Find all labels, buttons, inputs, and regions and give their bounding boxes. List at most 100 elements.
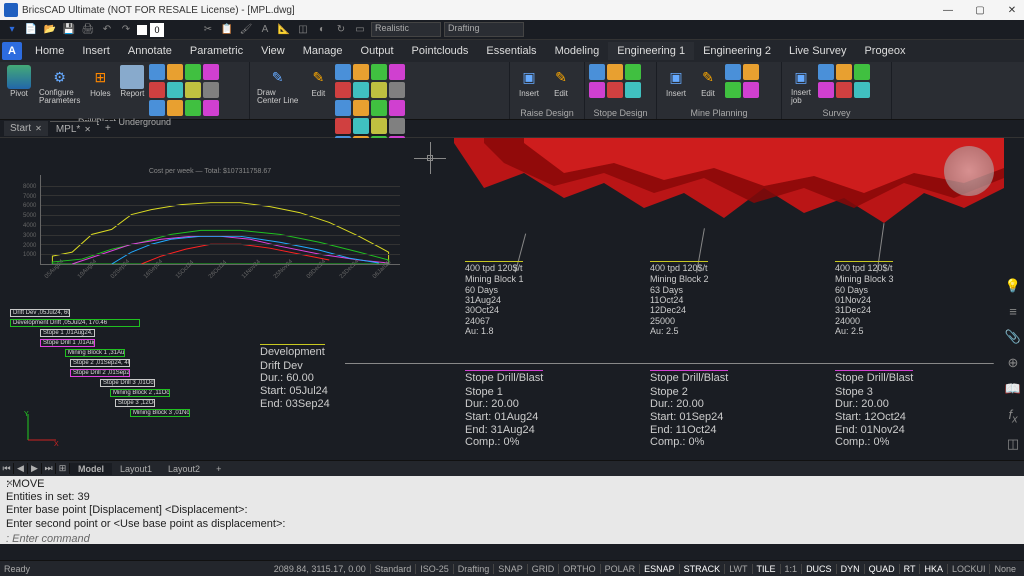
ribbon-tool-icon[interactable] bbox=[371, 118, 387, 134]
status-toggle-lockui[interactable]: LOCKUI bbox=[947, 564, 990, 574]
configure-params-button[interactable]: ⚙Configure Parameters bbox=[36, 64, 83, 106]
status-toggle-hka[interactable]: HKA bbox=[919, 564, 947, 574]
mine-insert-button[interactable]: ▣Insert bbox=[661, 64, 691, 99]
tool-icon[interactable]: ✂ bbox=[200, 22, 216, 38]
report-button[interactable]: Report bbox=[117, 64, 147, 99]
open-icon[interactable]: 📂 bbox=[42, 22, 58, 38]
tab-mpl[interactable]: MPL*✕ bbox=[50, 121, 97, 137]
ribbon-tool-icon[interactable] bbox=[389, 64, 405, 80]
ribbon-tool-icon[interactable] bbox=[607, 82, 623, 98]
maximize-button[interactable]: ▢ bbox=[972, 5, 988, 16]
ribbon-tool-icon[interactable] bbox=[335, 82, 351, 98]
menu-progeox[interactable]: Progeox bbox=[855, 42, 914, 60]
ribbon-tool-icon[interactable] bbox=[371, 82, 387, 98]
book-icon[interactable]: 📖 bbox=[1004, 381, 1022, 397]
raise-edit-button[interactable]: ✎Edit bbox=[546, 64, 576, 99]
ribbon-tool-icon[interactable] bbox=[335, 100, 351, 116]
status-toggle-strack[interactable]: STRACK bbox=[679, 564, 725, 574]
app-menu-button[interactable]: A bbox=[2, 42, 22, 60]
print-icon[interactable]: 🖨 bbox=[80, 22, 96, 38]
status-toggle-polar[interactable]: POLAR bbox=[600, 564, 640, 574]
menu-insert[interactable]: Insert bbox=[73, 42, 119, 60]
draw-centerline-button[interactable]: ✎Draw Center Line bbox=[254, 64, 301, 106]
command-prompt[interactable]: : Enter command bbox=[6, 533, 1018, 545]
ribbon-tool-icon[interactable] bbox=[836, 82, 852, 98]
menu-home[interactable]: Home bbox=[26, 42, 73, 60]
match-prop-icon[interactable]: 🖌 bbox=[238, 22, 254, 38]
cmdline-close-icon[interactable]: ✕ bbox=[6, 478, 14, 489]
status-toggle-rt[interactable]: RT bbox=[899, 564, 920, 574]
ribbon-tool-icon[interactable] bbox=[203, 64, 219, 80]
ribbon-tool-icon[interactable] bbox=[854, 64, 870, 80]
tab-layout1[interactable]: Layout1 bbox=[112, 463, 160, 475]
prev-layout-button[interactable]: ◀ bbox=[14, 463, 28, 474]
ribbon-tool-icon[interactable] bbox=[589, 64, 605, 80]
first-layout-button[interactable]: ⏮ bbox=[0, 463, 14, 474]
status-toggle-1:1[interactable]: 1:1 bbox=[780, 564, 802, 574]
visual-style-dropdown[interactable]: Realistic bbox=[371, 22, 441, 37]
command-line[interactable]: ✕ : MOVEEntities in set: 39Enter base po… bbox=[0, 476, 1024, 544]
layout-grid-icon[interactable]: ⊞ bbox=[56, 463, 70, 474]
ribbon-tool-icon[interactable] bbox=[185, 82, 201, 98]
ribbon-tool-icon[interactable] bbox=[607, 64, 623, 80]
ribbon-tool-icon[interactable] bbox=[389, 82, 405, 98]
menu-modeling[interactable]: Modeling bbox=[546, 42, 609, 60]
status-toggle-lwt[interactable]: LWT bbox=[724, 564, 751, 574]
ribbon-tool-icon[interactable] bbox=[818, 82, 834, 98]
ribbon-tool-icon[interactable] bbox=[167, 82, 183, 98]
ribbon-tool-icon[interactable] bbox=[203, 82, 219, 98]
undo-icon[interactable]: ↶ bbox=[99, 22, 115, 38]
add-layout-button[interactable]: + bbox=[208, 463, 229, 475]
status-toggle-none[interactable]: None bbox=[989, 564, 1020, 574]
menu-icon[interactable]: ▾ bbox=[4, 22, 20, 38]
paste-icon[interactable]: 📋 bbox=[219, 22, 235, 38]
ribbon-tool-icon[interactable] bbox=[167, 64, 183, 80]
status-item[interactable]: Standard bbox=[370, 564, 416, 574]
ribbon-tool-icon[interactable] bbox=[203, 100, 219, 116]
menu-manage[interactable]: Manage bbox=[294, 42, 352, 60]
tab-model[interactable]: Model bbox=[70, 463, 112, 475]
db-icon[interactable]: ◫ bbox=[1004, 436, 1022, 452]
menu-parametric[interactable]: Parametric bbox=[181, 42, 252, 60]
menu-view[interactable]: View bbox=[252, 42, 294, 60]
pivot-button[interactable]: Pivot bbox=[4, 64, 34, 99]
ribbon-tool-icon[interactable] bbox=[353, 64, 369, 80]
layer-number[interactable]: 0 bbox=[150, 23, 164, 37]
drift-edit-button[interactable]: ✎Edit bbox=[303, 64, 333, 99]
status-item[interactable]: ISO-25 bbox=[415, 564, 453, 574]
status-toggle-esnap[interactable]: ESNAP bbox=[639, 564, 679, 574]
status-toggle-tile[interactable]: TILE bbox=[752, 564, 780, 574]
measure-icon[interactable]: 📐 bbox=[276, 22, 292, 38]
ribbon-tool-icon[interactable] bbox=[725, 82, 741, 98]
save-icon[interactable]: 💾 bbox=[61, 22, 77, 38]
raise-insert-button[interactable]: ▣Insert bbox=[514, 64, 544, 99]
cube-icon[interactable]: ◫ bbox=[295, 22, 311, 38]
status-item[interactable]: Drafting bbox=[453, 564, 494, 574]
close-button[interactable]: ✕ bbox=[1004, 5, 1020, 16]
ribbon-tool-icon[interactable] bbox=[353, 118, 369, 134]
ribbon-tool-icon[interactable] bbox=[389, 118, 405, 134]
ribbon-tool-icon[interactable] bbox=[353, 82, 369, 98]
survey-insert-button[interactable]: ▣Insert job bbox=[786, 64, 816, 106]
menu-annotate[interactable]: Annotate bbox=[119, 42, 181, 60]
tab-start[interactable]: Start✕ bbox=[4, 121, 48, 136]
drawing-canvas[interactable]: 💡 ≡ 📎 ⊕ 📖 fx ◫ ☁ Cost per week — Total: … bbox=[0, 138, 1024, 460]
ribbon-tool-icon[interactable] bbox=[854, 82, 870, 98]
close-icon[interactable]: ✕ bbox=[84, 125, 91, 134]
status-toggle-ducs[interactable]: DUCS bbox=[801, 564, 836, 574]
status-toggle-grid[interactable]: GRID bbox=[527, 564, 559, 574]
ribbon-tool-icon[interactable] bbox=[335, 118, 351, 134]
ribbon-tool-icon[interactable] bbox=[836, 64, 852, 80]
view-cube[interactable] bbox=[944, 146, 994, 196]
shade-icon[interactable]: ◐ bbox=[314, 22, 330, 38]
last-layout-button[interactable]: ⏭ bbox=[42, 463, 56, 474]
window-icon[interactable]: ▭ bbox=[352, 22, 368, 38]
ribbon-tool-icon[interactable] bbox=[185, 100, 201, 116]
menu-livesurvey[interactable]: Live Survey bbox=[780, 42, 855, 60]
redo-icon[interactable]: ↷ bbox=[118, 22, 134, 38]
globe-icon[interactable]: ⊕ bbox=[1004, 355, 1022, 371]
status-toggle-quad[interactable]: QUAD bbox=[864, 564, 899, 574]
ribbon-tool-icon[interactable] bbox=[743, 64, 759, 80]
menu-engineering2[interactable]: Engineering 2 bbox=[694, 42, 780, 60]
close-icon[interactable]: ✕ bbox=[35, 124, 42, 133]
